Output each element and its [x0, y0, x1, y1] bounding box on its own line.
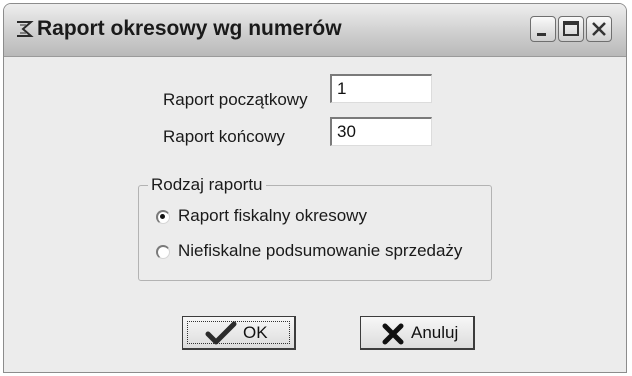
maximize-icon — [563, 21, 579, 36]
end-report-input[interactable] — [330, 117, 432, 146]
close-icon — [592, 22, 606, 36]
minimize-icon — [537, 33, 546, 36]
minimize-button[interactable] — [530, 16, 556, 42]
radio-selected-dot — [160, 214, 165, 219]
start-report-input[interactable] — [330, 74, 432, 103]
cancel-button[interactable]: Anuluj — [360, 316, 475, 350]
focus-rectangle — [187, 321, 290, 344]
window-title: Raport okresowy wg numerów — [37, 17, 342, 40]
radio-nonfiscal-summary[interactable] — [156, 245, 170, 259]
end-report-label: Raport końcowy — [163, 127, 285, 146]
radio-nonfiscal-summary-label[interactable]: Niefiskalne podsumowanie sprzedaży — [178, 241, 462, 261]
x-mark-icon — [382, 323, 404, 345]
title-bar[interactable]: Raport okresowy wg numerów — [4, 4, 626, 57]
ok-button-label: OK — [243, 323, 268, 342]
app-icon[interactable] — [14, 17, 36, 41]
ok-button[interactable]: OK — [182, 316, 296, 350]
close-button[interactable] — [586, 16, 612, 42]
radio-fiscal-report[interactable] — [156, 210, 170, 224]
maximize-button[interactable] — [558, 16, 584, 42]
start-report-label: Raport początkowy — [163, 90, 308, 109]
dialog-window: Raport okresowy wg numerów Raport począt… — [3, 3, 627, 373]
report-type-group — [138, 185, 492, 281]
report-type-group-title: Rodzaj raportu — [148, 175, 266, 195]
cancel-button-label: Anuluj — [411, 323, 459, 342]
radio-fiscal-report-label[interactable]: Raport fiskalny okresowy — [178, 206, 367, 226]
checkmark-icon — [205, 321, 237, 345]
